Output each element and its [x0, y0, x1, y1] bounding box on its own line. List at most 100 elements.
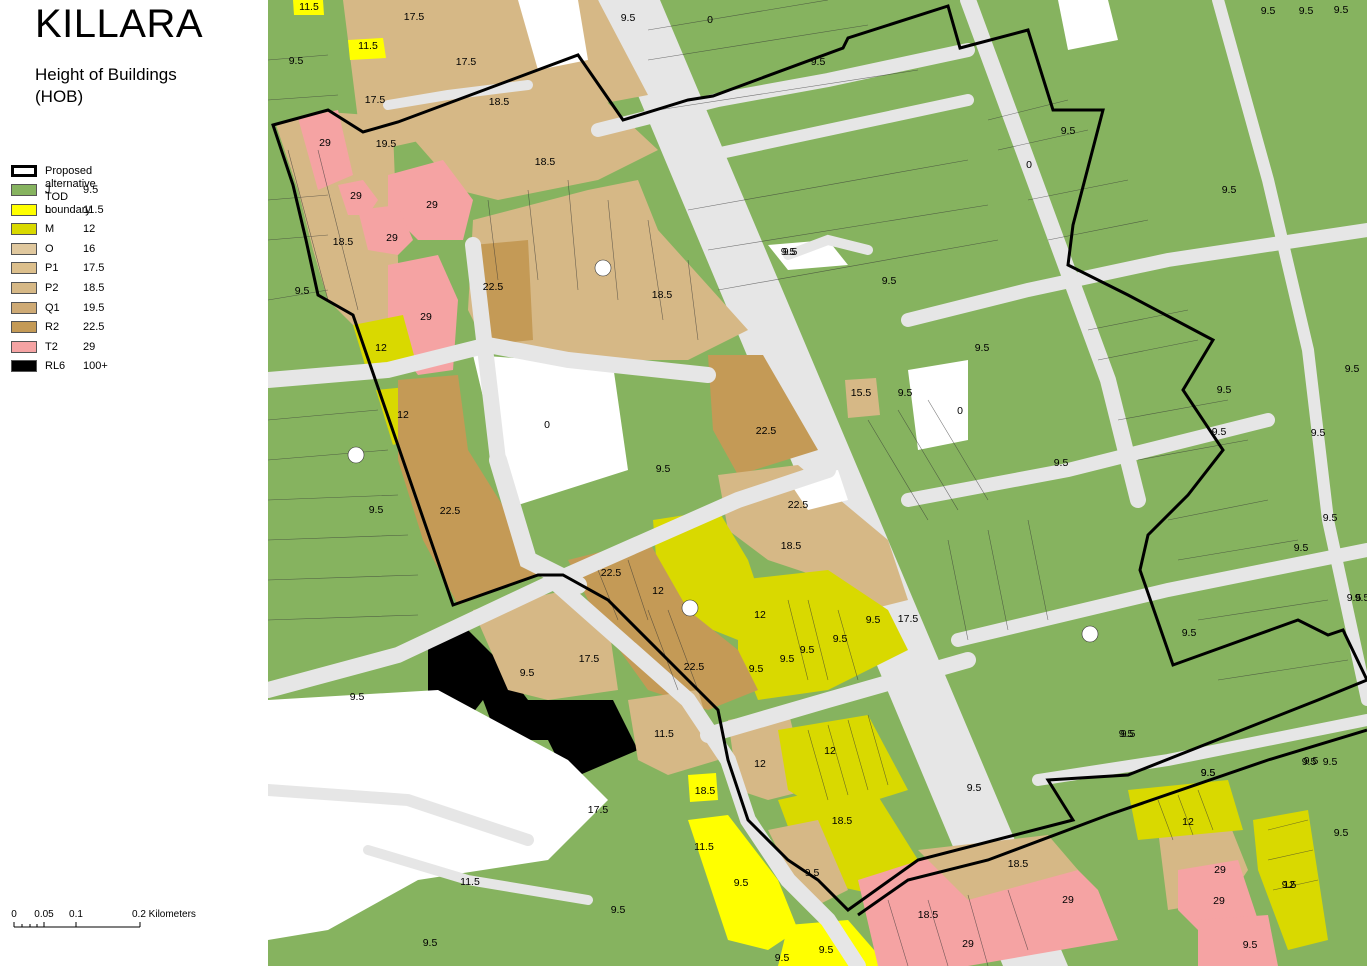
legend-value: 19.5: [83, 301, 105, 314]
height-label: 17.5: [588, 804, 609, 816]
height-label: 18.5: [695, 785, 716, 797]
legend-swatch: [11, 321, 37, 334]
map-subtitle-abbrev: (HOB): [35, 87, 84, 106]
height-label: 17.5: [404, 11, 425, 23]
height-label: 17.5: [898, 613, 919, 625]
height-label: 9.5: [775, 952, 790, 964]
height-label: 12: [652, 585, 664, 597]
legend-value: 17.5: [83, 262, 105, 275]
height-label: 12: [754, 609, 766, 621]
legend-code: M: [45, 223, 55, 236]
height-label: 29: [350, 190, 362, 202]
height-label: 18.5: [918, 909, 939, 921]
height-label: 18.5: [781, 540, 802, 552]
height-label: 9.5: [1212, 426, 1227, 438]
height-label: 9.5: [783, 246, 798, 258]
height-label: 9.5: [1347, 592, 1362, 604]
legend-swatch: [11, 242, 37, 255]
height-label: 9.5: [1334, 4, 1349, 16]
height-label: 11.5: [654, 728, 674, 740]
legend-swatch: [11, 184, 37, 196]
height-label: 9.5: [882, 275, 897, 287]
height-label: 9.5: [423, 937, 438, 949]
scale-tick-label: 0: [11, 909, 17, 920]
height-label: 29: [962, 938, 974, 950]
height-label: 9.5: [1334, 827, 1349, 839]
height-label: 9.5: [1299, 5, 1314, 17]
height-label: 18.5: [832, 815, 853, 827]
height-label: 29: [420, 311, 432, 323]
scale-tick-label: 0.05: [34, 909, 54, 920]
height-label: 9.5: [289, 55, 304, 67]
legend-value: 12: [83, 223, 96, 236]
height-label: 22.5: [440, 505, 461, 517]
height-label: 11.5: [358, 40, 378, 52]
height-label: 9.5: [1054, 457, 1069, 469]
height-label: 22.5: [684, 661, 705, 673]
legend-swatch: [11, 282, 37, 294]
height-label: 9.5: [1243, 939, 1258, 951]
height-label: 22.5: [483, 281, 504, 293]
height-label: 0: [1026, 159, 1032, 171]
height-label: 9.5: [1182, 627, 1197, 639]
height-label: 9.5: [1217, 384, 1232, 396]
legend-value: 18.5: [83, 282, 105, 294]
legend-code: T2: [45, 340, 58, 353]
height-label: 15.5: [851, 387, 872, 399]
height-label: 9.5: [800, 644, 815, 656]
height-label: 29: [1214, 864, 1226, 876]
height-label: 9.5: [295, 285, 310, 297]
height-label: 9.5: [1345, 363, 1360, 375]
height-label: 29: [386, 232, 398, 244]
legend-code: J: [45, 184, 51, 196]
legend-code: Q1: [45, 301, 60, 314]
height-label: 29: [319, 137, 331, 149]
height-label: 12: [1182, 816, 1194, 828]
height-label: 29: [1062, 894, 1074, 906]
height-label: 9.5: [621, 12, 636, 24]
height-label: 9.5: [866, 614, 881, 626]
legend-code: P2: [45, 282, 59, 294]
legend-swatch: [11, 203, 37, 216]
height-label: 9.5: [833, 633, 848, 645]
height-label: 11.5: [299, 1, 319, 13]
height-label: 22.5: [788, 499, 809, 511]
legend-panel: KILLARA Height of Buildings (HOB) Propos…: [0, 0, 268, 966]
height-label: 12: [754, 758, 766, 770]
height-label: 9.5: [1311, 427, 1326, 439]
legend-code: P1: [45, 262, 59, 275]
legend-value: 11.5: [83, 203, 104, 216]
legend-code: R2: [45, 321, 60, 334]
height-label: 9.5: [1061, 125, 1076, 137]
height-label: 9.5: [656, 463, 671, 475]
height-label: 9.5: [1201, 767, 1216, 779]
height-label: 29: [426, 199, 438, 211]
legend-swatch: [11, 360, 37, 373]
height-label: 9.5: [1222, 184, 1237, 196]
map-canvas[interactable]: 11.5 17.5 11.5 17.5 9.5 17.5 18.5 19.5 29 18.5 29 2…: [268, 0, 1367, 966]
height-label: 9.5: [369, 504, 384, 516]
height-label: 18.5: [1008, 858, 1029, 870]
legend-value: 16: [83, 242, 96, 255]
height-label: 29: [1213, 895, 1225, 907]
height-label: 18.5: [535, 156, 556, 168]
height-label: 9.5: [1261, 5, 1276, 17]
height-label: 9.5: [819, 944, 834, 956]
scale-bar: 0 0.05 0.1 0.2 Kilometers: [11, 909, 196, 928]
map-area[interactable]: 11.5 17.5 11.5 17.5 9.5 17.5 18.5 19.5 29 18.5 29 2…: [268, 0, 1367, 966]
height-label: 9.5: [898, 387, 913, 399]
legend-code: RL6: [45, 360, 66, 373]
legend-swatch: [11, 262, 37, 275]
map-title: KILLARA: [35, 2, 204, 46]
height-label: 9.5: [1323, 512, 1338, 524]
boundary-swatch: [11, 165, 37, 177]
height-label: 17.5: [579, 653, 600, 665]
height-label: 17.5: [456, 56, 477, 68]
height-label: 9.5: [967, 782, 982, 794]
legend-value: 9.5: [83, 184, 99, 196]
height-label: 18.5: [652, 289, 673, 301]
height-label: 11.5: [694, 841, 714, 853]
legend-swatch: [11, 301, 37, 314]
height-label: 9.5: [780, 653, 795, 665]
height-label: 0: [544, 419, 550, 431]
